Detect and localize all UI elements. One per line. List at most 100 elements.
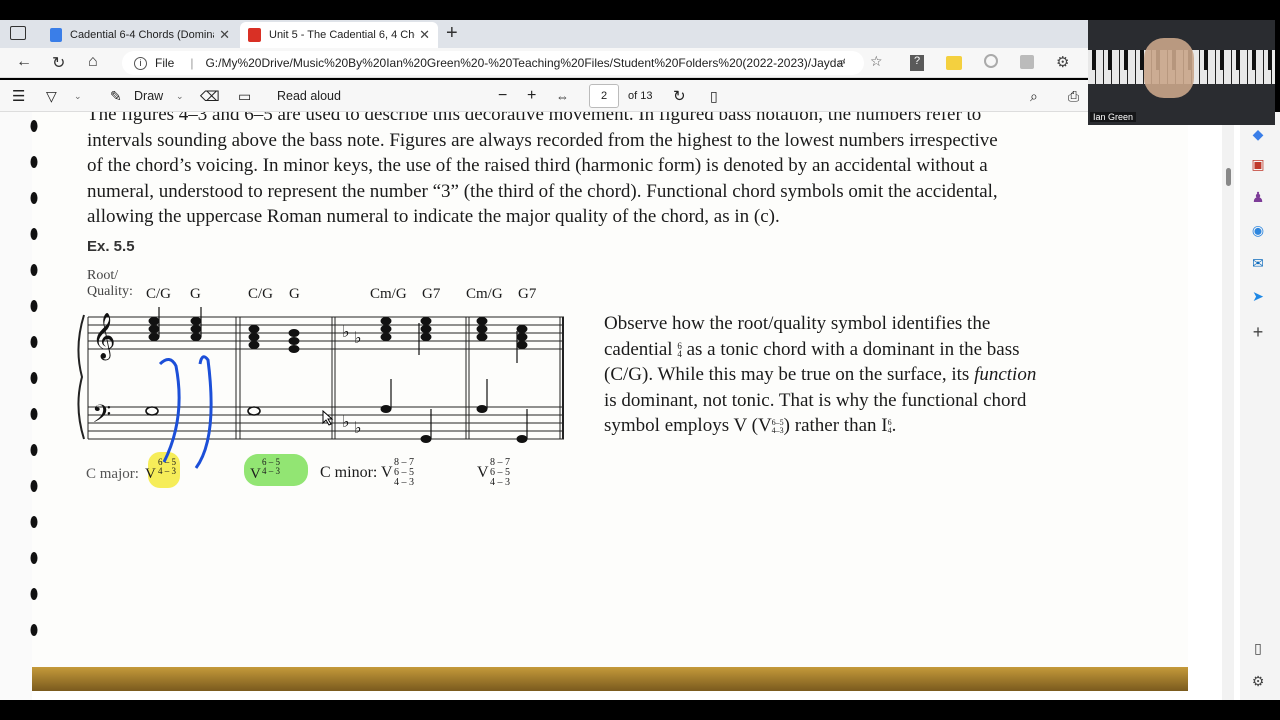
games-icon[interactable]: ♟ (1248, 187, 1268, 207)
root-quality-label: Root/ Quality: (87, 268, 133, 300)
roman-numeral: V (381, 464, 393, 481)
chord-symbol: G (289, 286, 300, 302)
extensions-puzzle-icon[interactable]: ⚙ (1056, 53, 1069, 71)
zoom-out-icon[interactable]: − (498, 80, 507, 112)
info-icon[interactable]: i (134, 56, 147, 70)
pdf-toolbar: ☰ ▽ ⌄ ✎ Draw ⌄ ⌫ ▭ Read aloud − + ⇔ 2 of… (0, 80, 1088, 112)
url-text: G:/My%20Drive/Music%20By%20Ian%20Green%2… (205, 56, 846, 70)
tab-unit5-pdf[interactable]: Unit 5 - The Cadential 6, 4 Chord ✕ (240, 22, 438, 48)
file-label: File (155, 56, 175, 70)
figured-bass: 6 – 54 – 3 (158, 457, 176, 476)
office-icon[interactable]: ◉ (1248, 220, 1268, 240)
tools-icon[interactable]: ▣ (1248, 154, 1268, 174)
back-icon[interactable]: ← (16, 53, 32, 71)
roman-numeral: V (250, 466, 261, 482)
help-extension-icon[interactable]: ? (910, 55, 924, 71)
settings-gear-icon[interactable]: ⚙ (1248, 671, 1268, 691)
search-icon[interactable]: ⌕ (1030, 80, 1038, 112)
extension-icon[interactable] (984, 54, 998, 68)
page-total: of 13 (628, 90, 653, 102)
sidebar-toggle-icon[interactable]: ▯ (1248, 638, 1268, 658)
hands (1144, 38, 1194, 98)
paragraph-line: of the chord’s voicing. In minor keys, t… (87, 155, 988, 176)
svg-text:♭: ♭ (354, 328, 362, 347)
participant-name: Ian Green (1090, 112, 1137, 122)
read-aloud-button[interactable]: Read aloud (277, 80, 341, 112)
svg-text:♭: ♭ (342, 322, 350, 341)
chord-symbol: G (190, 286, 201, 302)
draw-button[interactable]: Draw (134, 80, 163, 112)
home-icon[interactable]: ⌂ (88, 53, 98, 71)
page-view-icon[interactable]: ▯ (710, 80, 718, 112)
zoom-icon[interactable]: ⌕ (838, 54, 845, 70)
chevron-down-icon[interactable]: ⌄ (74, 80, 82, 112)
text-line: Observe how the root/quality symbol iden… (604, 313, 991, 334)
paragraph-line: intervals sounding above the bass note. … (87, 129, 998, 151)
roman-numeral: V (145, 466, 156, 482)
figured-bass: 8 – 76 – 54 – 3 (490, 457, 510, 488)
page-edge (32, 667, 1188, 691)
paragraph-line: The figures 4–3 and 6–5 are used to desc… (87, 112, 982, 125)
pdf-icon (248, 28, 261, 42)
close-tab-icon[interactable]: ✕ (419, 27, 430, 43)
tab-title: Unit 5 - The Cadential 6, 4 Chord (269, 29, 415, 41)
address-bar: ← ↻ ⌂ i File | G:/My%20Drive/Music%20By%… (0, 48, 1088, 78)
tab-cadential-doc[interactable]: Cadential 6-4 Chords (Dominant ✕ (42, 22, 238, 48)
chevron-down-icon[interactable]: ⌄ (176, 80, 184, 112)
chord-symbol: G7 (518, 286, 537, 302)
figured-bass: 8 – 76 – 54 – 3 (394, 457, 414, 488)
video-overlay[interactable]: Ian Green (1088, 20, 1275, 125)
music-staff: 𝄞 𝄢 ♭ ♭ ♭ ♭ (77, 307, 564, 443)
add-sidebar-icon[interactable]: + (1248, 322, 1268, 342)
fit-width-icon[interactable]: ⇔ (556, 80, 569, 112)
copilot-icon[interactable]: ◆ (1248, 124, 1268, 144)
tab-title: Cadential 6-4 Chords (Dominant (70, 29, 214, 41)
pdf-viewer: The figures 4–3 and 6–5 are used to desc… (0, 112, 1240, 700)
key-label-c-major: C major: (86, 466, 139, 482)
svg-text:𝄢: 𝄢 (92, 400, 111, 435)
text-line: cadential 64 as a tonic chord with a dom… (604, 338, 1020, 360)
zoom-in-icon[interactable]: + (527, 80, 536, 112)
print-icon[interactable]: ⎙ (1068, 80, 1079, 112)
extension-icon[interactable] (946, 56, 962, 70)
paragraph-line: numeral, understood to represent the num… (87, 180, 998, 202)
scrollbar[interactable] (1222, 112, 1234, 700)
svg-text:♭: ♭ (354, 418, 362, 437)
tab-actions-icon[interactable] (10, 26, 26, 40)
paragraph-line: allowing the uppercase Roman numeral to … (87, 206, 780, 227)
text-line: is dominant, not tonic. That is why the … (604, 389, 1027, 411)
paragraph: The figures 4–3 and 6–5 are used to desc… (87, 112, 1097, 230)
extension-icon[interactable] (1020, 55, 1034, 69)
close-tab-icon[interactable]: ✕ (219, 27, 230, 43)
outlook-icon[interactable]: ✉ (1248, 253, 1268, 273)
chord-symbol: C/G (146, 286, 172, 302)
highlight-icon[interactable]: ▽ (46, 80, 57, 112)
svg-text:♭: ♭ (342, 412, 350, 431)
root-label: Root/ (87, 268, 119, 283)
quality-label: Quality: (87, 284, 133, 299)
mouse-cursor-icon (322, 410, 334, 426)
url-field[interactable]: i File | G:/My%20Drive/Music%20By%20Ian%… (122, 51, 864, 75)
roman-numeral: V (477, 464, 489, 481)
rotate-icon[interactable]: ↻ (673, 80, 686, 112)
refresh-icon[interactable]: ↻ (52, 53, 65, 73)
svg-text:𝄞: 𝄞 (92, 313, 116, 361)
eraser-icon[interactable]: ⌫ (200, 80, 220, 112)
draw-icon[interactable]: ✎ (110, 80, 122, 112)
scrollbar-thumb[interactable] (1226, 168, 1231, 186)
contents-icon[interactable]: ☰ (12, 80, 25, 112)
chord-symbol: G7 (422, 286, 441, 302)
text-icon[interactable]: ▭ (238, 80, 251, 112)
page-number-input[interactable]: 2 (589, 84, 619, 108)
tab-bar: Cadential 6-4 Chords (Dominant ✕ Unit 5 … (0, 20, 1088, 48)
text-line: symbol employs V (V6–5 4–3) rather than I… (604, 415, 897, 436)
send-icon[interactable]: ➤ (1248, 286, 1268, 306)
chord-symbol: Cm/G (370, 286, 407, 302)
new-tab-icon[interactable]: + (446, 22, 458, 45)
explanation-text: Observe how the root/quality symbol iden… (604, 311, 1084, 439)
docs-icon (50, 28, 62, 42)
binding-holes (30, 120, 38, 636)
example-label: Ex. 5.5 (87, 238, 135, 255)
blue-arrows-annotation (158, 355, 213, 469)
favorite-icon[interactable]: ☆ (870, 53, 883, 70)
